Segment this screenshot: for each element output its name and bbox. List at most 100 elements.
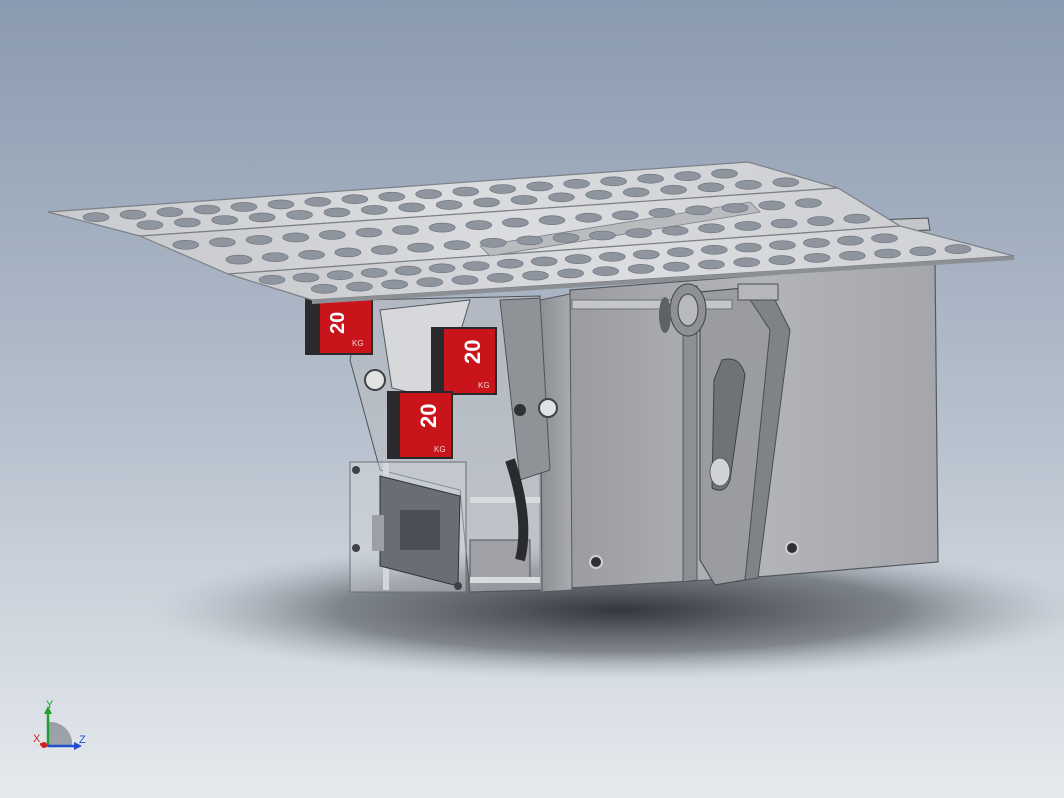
- plate-hole: [370, 245, 398, 255]
- plate-hole: [733, 257, 761, 268]
- plate-hole: [378, 191, 406, 202]
- plate-hole: [435, 200, 463, 210]
- plate-hole: [292, 272, 320, 283]
- plate-hole: [310, 283, 338, 294]
- plate-hole: [473, 197, 500, 208]
- plate-hole: [516, 235, 544, 246]
- plate-hole: [734, 221, 762, 231]
- plate-hole: [136, 220, 164, 230]
- servo-sub-label: KG: [434, 445, 446, 454]
- plate-hole: [698, 223, 725, 234]
- plate-hole: [661, 225, 689, 236]
- cad-viewport[interactable]: 20 KG 20 KG 20 KG Y X Z: [0, 0, 1064, 798]
- plate-hole: [323, 207, 351, 218]
- plate-hole: [625, 228, 653, 238]
- plate-hole: [230, 202, 258, 212]
- plate-hole: [711, 168, 738, 179]
- plate-hole: [838, 250, 866, 261]
- plate-hole: [592, 266, 620, 277]
- axis-x-label: X: [33, 733, 41, 745]
- plate-hole: [666, 247, 694, 257]
- plate-hole: [611, 210, 639, 221]
- plate-hole: [526, 181, 554, 192]
- plate-hole: [451, 275, 479, 285]
- plate-hole: [415, 189, 443, 199]
- housing-screw: [589, 555, 603, 569]
- plate-hole: [341, 194, 369, 204]
- plate-hole: [502, 217, 529, 228]
- plate-hole: [82, 212, 110, 222]
- plate-hole: [563, 179, 590, 189]
- plate-hole: [298, 250, 325, 260]
- plate-hole: [156, 207, 184, 217]
- plate-hole: [662, 261, 690, 272]
- plate-hole: [258, 274, 286, 285]
- plate-hole: [392, 225, 419, 235]
- plate-hole: [843, 213, 871, 224]
- plate-hole: [174, 217, 201, 228]
- plate-hole: [552, 233, 580, 243]
- plate-hole: [660, 185, 687, 195]
- plate-hole: [360, 205, 388, 215]
- servo-label: 20: [416, 404, 441, 428]
- plate-hole: [769, 240, 796, 250]
- servo-label: 20: [460, 340, 485, 364]
- plate-hole: [360, 268, 388, 278]
- plate-hole: [758, 200, 786, 211]
- plate-hole: [772, 177, 800, 188]
- plate-hole: [721, 203, 749, 213]
- housing-screw: [785, 541, 799, 555]
- plate-hole: [416, 277, 444, 288]
- plate-hole: [452, 186, 480, 197]
- plate-hole: [248, 212, 276, 223]
- plate-hole: [479, 238, 507, 248]
- axis-y-label: Y: [46, 699, 54, 711]
- plate-hole: [538, 215, 566, 225]
- plate-hole: [209, 237, 236, 248]
- plate-hole: [193, 204, 221, 215]
- plate-hole: [282, 232, 310, 243]
- plate-hole: [735, 242, 762, 253]
- plate-hole: [286, 210, 313, 220]
- plate-hole: [462, 261, 490, 271]
- plate-hole: [428, 263, 456, 274]
- plate-hole: [622, 187, 650, 198]
- plate-hole: [632, 249, 660, 260]
- controller-board[interactable]: [349, 461, 467, 593]
- plate-hole: [486, 272, 514, 283]
- servo-sub-label: KG: [352, 339, 364, 348]
- plate-hole: [795, 198, 822, 208]
- servo-label: 20: [327, 312, 349, 334]
- plate-hole: [627, 264, 655, 274]
- plate-hole: [334, 247, 362, 258]
- plate-hole: [674, 171, 701, 181]
- plate-hole: [803, 253, 831, 263]
- plate-hole: [909, 246, 937, 257]
- plate-hole: [770, 218, 798, 229]
- plate-hole: [530, 256, 558, 267]
- servo-lower[interactable]: 20 KG: [387, 391, 453, 459]
- plate-hole: [355, 227, 383, 238]
- servo-middle[interactable]: 20 KG: [431, 327, 497, 395]
- assembly-3d-model[interactable]: 20 KG 20 KG 20 KG Y X Z: [0, 0, 1064, 798]
- plate-hole: [585, 190, 613, 200]
- plate-hole: [267, 199, 295, 210]
- plate-hole: [443, 240, 471, 250]
- servo-sub-label: KG: [478, 381, 490, 390]
- plate-hole: [874, 248, 901, 259]
- axis-z-label: Z: [79, 734, 86, 746]
- plate-hole: [700, 245, 728, 255]
- plate-hole: [697, 182, 725, 193]
- servo-top-left[interactable]: 20 KG: [305, 297, 373, 355]
- plate-hole: [428, 222, 456, 233]
- plate-hole: [394, 265, 422, 276]
- plate-hole: [807, 216, 834, 226]
- plate-hole: [768, 255, 796, 265]
- plate-hole: [489, 184, 517, 194]
- plate-hole: [211, 215, 238, 225]
- plate-hole: [735, 180, 762, 190]
- plate-hole: [637, 173, 664, 184]
- plate-hole: [119, 209, 147, 220]
- plate-hole: [598, 251, 626, 262]
- plate-hole: [564, 254, 592, 264]
